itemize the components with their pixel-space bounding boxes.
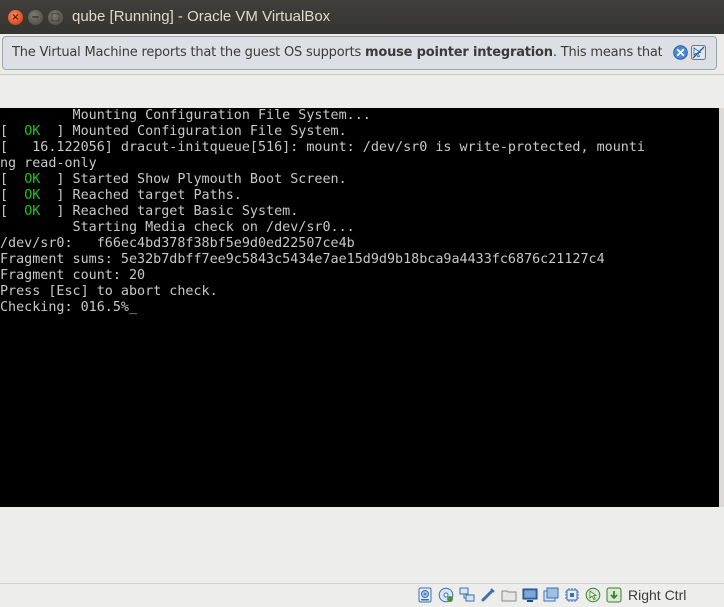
vm-console-screen[interactable]: Mounting Configuration File System...[ O… [0, 108, 719, 507]
video-capture-icon[interactable] [543, 587, 559, 603]
console-line: [ OK ] Mounted Configuration File System… [0, 124, 645, 140]
optical-drive-icon[interactable] [438, 587, 454, 603]
console-line-bracket: [ [0, 188, 25, 203]
console-line-message: ] Mounted Configuration File System. [40, 124, 347, 139]
keyboard-capture-icon[interactable] [606, 587, 622, 603]
network-icon[interactable] [459, 587, 475, 603]
console-line: Fragment count: 20 [0, 268, 146, 283]
notification-bar: The Virtual Machine reports that the gue… [0, 34, 724, 75]
mouse-integration-icon[interactable] [585, 587, 601, 603]
console-line-message: ] Reached target Paths. [40, 188, 242, 203]
window-minimize-button[interactable]: − [28, 10, 43, 25]
status-ok-label: OK [24, 204, 41, 219]
console-line: ng read-only [0, 156, 97, 171]
console-line: /dev/sr0: f66ec4bd378f38bf5e9d0ed22507ce… [0, 236, 355, 251]
console-line: Press [Esc] to abort check. [0, 284, 218, 299]
console-line: Checking: 016.5%_ [0, 300, 138, 315]
console-line: [ OK ] Started Show Plymouth Boot Screen… [0, 172, 645, 188]
notification-text-start: The Virtual Machine reports that the gue… [12, 45, 366, 60]
console-line-bracket: [ [0, 204, 25, 219]
vm-status-bar: Right Ctrl [0, 583, 724, 607]
status-ok-label: OK [24, 188, 41, 203]
usb-icon[interactable] [480, 587, 496, 603]
notification-text-end: . This means that you do [552, 45, 662, 60]
notification-text-bold: mouse pointer integration [365, 45, 553, 60]
console-line: [ OK ] Reached target Basic System. [0, 204, 645, 220]
status-ok-label: OK [24, 124, 41, 139]
console-line-bracket: [ [0, 124, 25, 139]
console-line-message: ] Reached target Basic System. [40, 204, 299, 219]
window-titlebar: × − □ qube [Running] - Oracle VM Virtual… [0, 0, 724, 35]
vm-display-area: Mounting Configuration File System...[ O… [0, 75, 724, 583]
console-line: Starting Media check on /dev/sr0... [0, 220, 355, 235]
display-icon[interactable] [522, 587, 538, 603]
shared-folders-icon[interactable] [501, 587, 517, 603]
window-close-button[interactable]: × [8, 10, 23, 25]
mouse-integration-disable-icon[interactable] [691, 45, 706, 60]
vm-area-edge [719, 108, 724, 507]
console-line: [ 16.122056] dracut-initqueue[516]: moun… [0, 140, 645, 155]
console-line: Mounting Configuration File System... [0, 108, 371, 123]
window-title: qube [Running] - Oracle VM VirtualBox [72, 8, 331, 25]
host-key-label: Right Ctrl [628, 587, 687, 603]
notification-close-icon[interactable] [673, 45, 688, 60]
console-line: [ OK ] Reached target Paths. [0, 188, 645, 204]
hard-disk-icon[interactable] [417, 587, 433, 603]
notification-message-box: The Virtual Machine reports that the gue… [2, 36, 717, 70]
console-line-message: ] Started Show Plymouth Boot Screen. [40, 172, 347, 187]
status-ok-label: OK [24, 172, 41, 187]
window-maximize-button[interactable]: □ [48, 10, 63, 25]
console-output: Mounting Configuration File System...[ O… [0, 108, 645, 316]
notification-text: The Virtual Machine reports that the gue… [12, 37, 662, 69]
console-line-bracket: [ [0, 172, 25, 187]
console-line: Fragment sums: 5e32b7dbff7ee9c5843c5434e… [0, 252, 605, 267]
cpu-icon[interactable] [564, 587, 580, 603]
